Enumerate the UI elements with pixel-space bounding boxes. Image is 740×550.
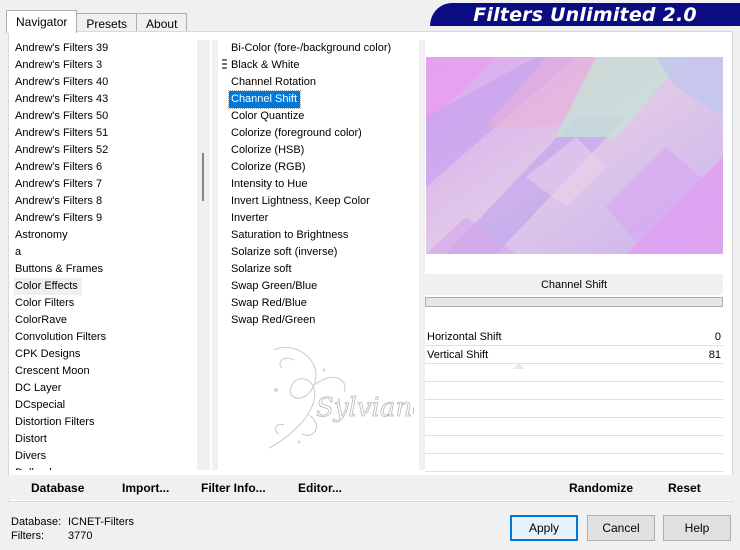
filter-item[interactable]: Colorize (HSB) [229, 142, 409, 159]
status-area: Database: ICNET-Filters Filters: 3770 [11, 515, 134, 543]
param-label: Horizontal Shift [427, 330, 502, 343]
category-item[interactable]: Color Filters [14, 295, 198, 312]
drag-grip-icon[interactable] [222, 59, 227, 71]
filter-item[interactable]: Swap Green/Blue [229, 278, 409, 295]
watermark-text: Sylviane [316, 393, 414, 423]
category-item[interactable]: Color Effects [14, 278, 82, 295]
category-item[interactable]: Andrew's Filters 8 [14, 193, 198, 210]
category-item[interactable]: Distortion Filters [14, 414, 198, 431]
category-item[interactable]: Crescent Moon [14, 363, 198, 380]
filter-item[interactable]: Solarize soft [229, 261, 409, 278]
category-item[interactable]: Andrew's Filters 9 [14, 210, 198, 227]
signature-watermark: Sylviane [268, 346, 414, 449]
filters-count-label: Filters: [11, 530, 44, 542]
param-label: Vertical Shift [427, 348, 489, 361]
tab-about[interactable]: About [136, 13, 188, 33]
filter-item[interactable]: Invert Lightness, Keep Color [229, 193, 409, 210]
tab-strip: Navigator Presets About [6, 10, 188, 33]
param-slot [425, 418, 723, 436]
banner-title: Filters Unlimited 2.0 [473, 3, 697, 26]
category-item[interactable]: Andrew's Filters 50 [14, 108, 198, 125]
filter-item[interactable]: Channel Shift [227, 90, 302, 109]
category-item[interactable]: DC Layer [14, 380, 198, 397]
effect-preview [426, 57, 723, 254]
category-item[interactable]: Divers [14, 448, 198, 465]
cancel-button[interactable]: Cancel [587, 515, 655, 541]
category-item[interactable]: Andrew's Filters 6 [14, 159, 198, 176]
category-item[interactable]: Distort [14, 431, 198, 448]
filter-item[interactable]: Saturation to Brightness [229, 227, 409, 244]
parameter-list: Horizontal Shift 0 Vertical Shift 81 [425, 328, 723, 472]
category-item[interactable]: Convolution Filters [14, 329, 198, 346]
filter-item[interactable]: Colorize (foreground color) [229, 125, 409, 142]
filter-item[interactable]: Color Quantize [229, 108, 409, 125]
effect-name: Channel Shift [540, 278, 608, 291]
category-item[interactable]: a [14, 244, 198, 261]
database-value: ICNET-Filters [68, 516, 134, 528]
database-button[interactable]: Database [31, 479, 84, 497]
filter-item[interactable]: Bi-Color (fore-/background color) [229, 40, 409, 57]
filter-list[interactable]: Bi-Color (fore-/background color) Black &… [227, 40, 409, 340]
category-scrollbar[interactable] [197, 40, 210, 470]
category-list[interactable]: Andrew's Filters 39 Andrew's Filters 3 And… [14, 40, 198, 470]
category-item[interactable]: Buttons & Frames [14, 261, 198, 278]
category-item[interactable]: CPK Designs [14, 346, 198, 363]
preview-image [426, 57, 723, 254]
category-item[interactable]: Andrew's Filters 52 [14, 142, 198, 159]
editor-button[interactable]: Editor... [298, 479, 342, 497]
category-item[interactable]: ColorRave [14, 312, 198, 329]
effect-progress-track [425, 297, 723, 307]
category-item[interactable]: Dollmaker [14, 465, 198, 470]
effect-name-bar: Channel Shift [425, 274, 723, 295]
filter-info-button[interactable]: Filter Info... [201, 479, 266, 497]
param-value: 81 [708, 348, 721, 361]
reset-button[interactable]: Reset [668, 479, 701, 497]
scrollbar-thumb[interactable] [202, 153, 204, 201]
help-button[interactable]: Help [663, 515, 731, 541]
filter-item[interactable]: Colorize (RGB) [229, 159, 409, 176]
tab-navigator[interactable]: Navigator [6, 10, 78, 33]
randomize-button[interactable]: Randomize [569, 479, 633, 497]
param-slot [425, 454, 723, 472]
tab-presets[interactable]: Presets [76, 13, 138, 33]
param-slot [425, 436, 723, 454]
filter-item[interactable]: Inverter [229, 210, 409, 227]
category-item[interactable]: Astronomy [14, 227, 198, 244]
filter-item[interactable]: Swap Red/Blue [229, 295, 409, 312]
database-label: Database: [11, 516, 62, 528]
category-item[interactable]: Andrew's Filters 51 [14, 125, 198, 142]
filters-count-value: 3770 [68, 530, 93, 542]
category-item[interactable]: Andrew's Filters 7 [14, 176, 198, 193]
filter-item[interactable]: Solarize soft (inverse) [229, 244, 409, 261]
title-banner: Filters Unlimited 2.0 [430, 3, 740, 26]
filter-item[interactable]: Swap Red/Green [229, 312, 409, 329]
filter-item[interactable]: Channel Rotation [229, 74, 409, 91]
filter-item[interactable]: Intensity to Hue [229, 176, 409, 193]
category-item[interactable]: Andrew's Filters 39 [14, 40, 198, 57]
param-slot [425, 364, 723, 382]
import-button[interactable]: Import... [122, 479, 169, 497]
apply-button[interactable]: Apply [510, 515, 578, 541]
param-horizontal-shift[interactable]: Horizontal Shift 0 [425, 328, 723, 346]
filter-item[interactable]: Black & White [229, 57, 409, 74]
category-item[interactable]: Andrew's Filters 3 [14, 57, 198, 74]
param-value: 0 [714, 330, 721, 343]
param-slot [425, 382, 723, 400]
category-item[interactable]: Andrew's Filters 40 [14, 74, 198, 91]
param-slot [425, 400, 723, 418]
param-vertical-shift[interactable]: Vertical Shift 81 [425, 346, 723, 369]
category-item[interactable]: Andrew's Filters 43 [14, 91, 198, 108]
column-splitter[interactable] [212, 40, 218, 470]
category-item[interactable]: DCspecial [14, 397, 198, 414]
